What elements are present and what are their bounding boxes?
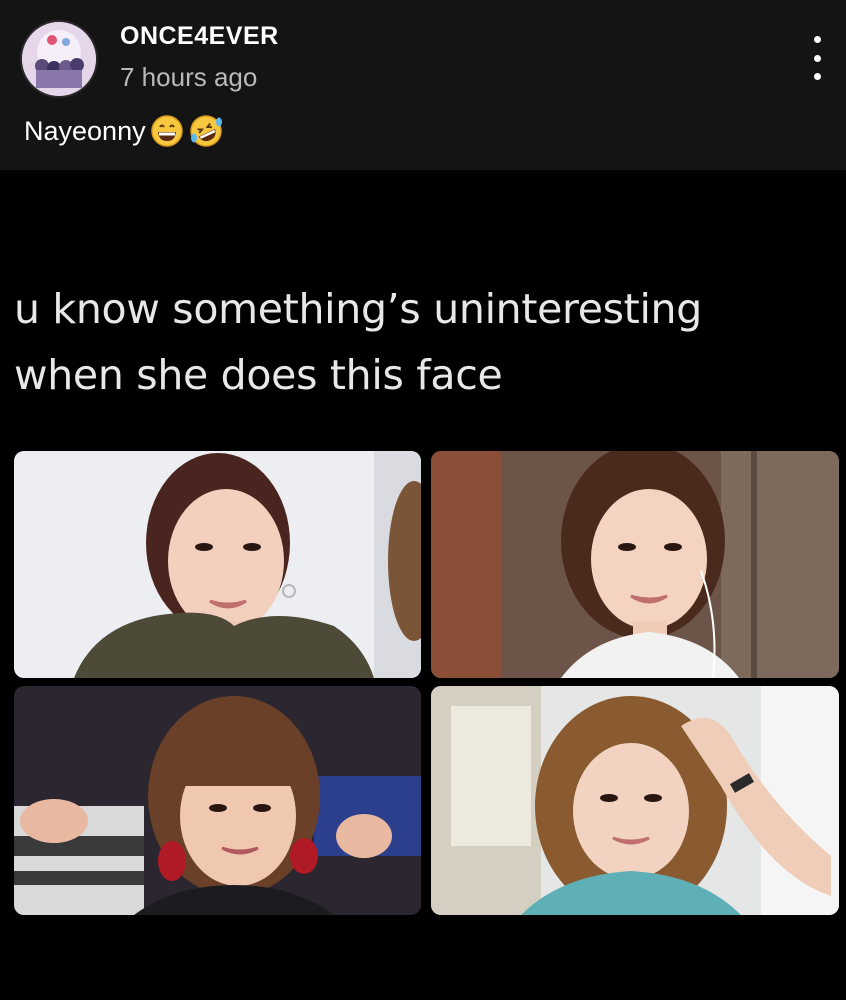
- more-options-button[interactable]: [804, 36, 830, 80]
- avatar-image: [22, 22, 96, 96]
- photo-smiling-top-left: [14, 451, 421, 678]
- meme-caption-line: when she does this face: [14, 351, 503, 399]
- meme-caption-line: u know something’s uninteresting: [14, 285, 702, 333]
- grinning-face-emoji: [150, 114, 184, 148]
- meme-caption: u know something’s uninteresting when sh…: [14, 276, 814, 408]
- post-caption: Nayeonny: [24, 114, 224, 148]
- avatar[interactable]: [22, 22, 96, 96]
- caption-text: Nayeonny: [24, 115, 146, 146]
- ellipsis-dot: [813, 54, 821, 62]
- post-header: ONCE4EVER 7 hours ago Nayeonny: [0, 0, 846, 170]
- username[interactable]: ONCE4EVER: [120, 22, 279, 51]
- vertical-ellipsis-icon: [813, 36, 821, 43]
- photo-smiling-top-right: [431, 451, 839, 678]
- photo-smiling-bottom-left: [14, 686, 421, 915]
- meme-image[interactable]: u know something’s uninteresting when sh…: [0, 170, 846, 1000]
- post-card: ONCE4EVER 7 hours ago Nayeonny u know so…: [0, 0, 846, 1000]
- rolling-on-floor-laughing-emoji: [188, 114, 224, 148]
- ellipsis-dot: [813, 73, 821, 80]
- photo-smiling-bottom-right: [431, 686, 839, 915]
- timestamp: 7 hours ago: [120, 62, 258, 92]
